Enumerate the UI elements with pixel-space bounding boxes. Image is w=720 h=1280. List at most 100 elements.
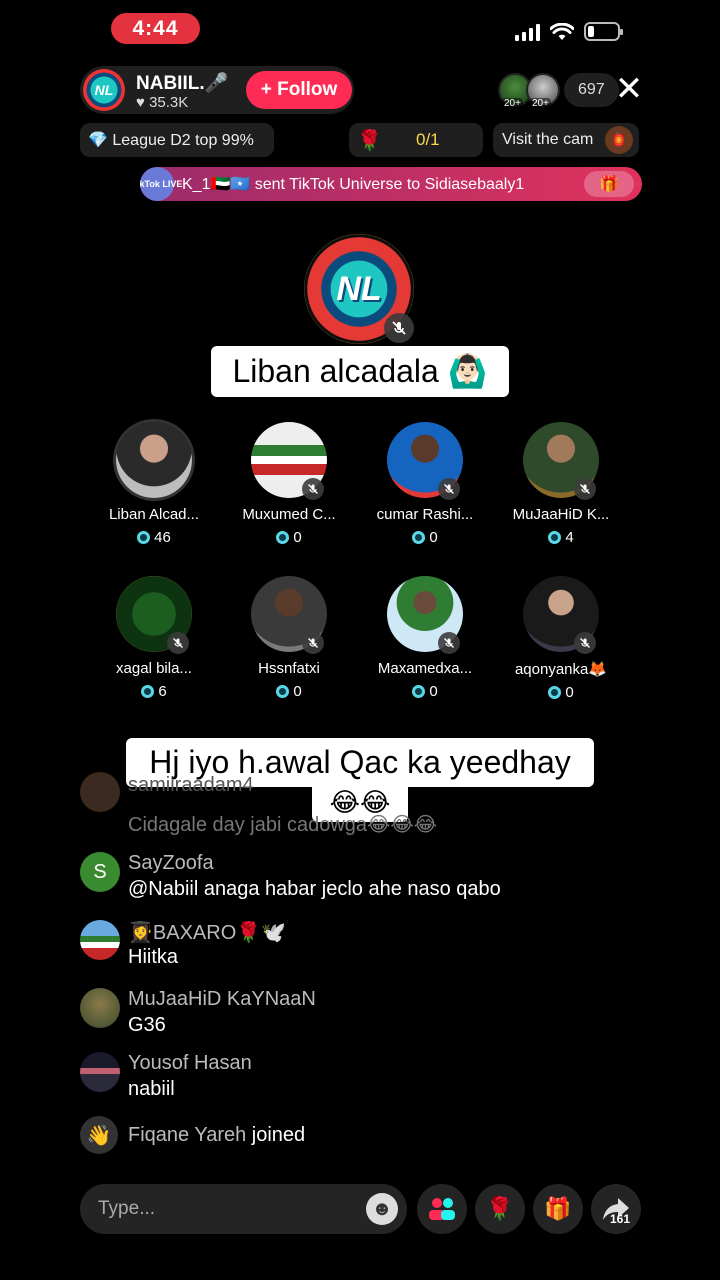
comment-username[interactable]: MuJaaHiD KaYNaaN — [128, 988, 316, 1011]
guest-score: 6 — [84, 683, 224, 700]
comment-avatar[interactable] — [80, 920, 120, 960]
comment-item[interactable]: samiiraadam4 Cidagale day jabi cadowga😂😂… — [80, 772, 640, 836]
mic-muted-icon — [384, 313, 414, 343]
score-icon — [412, 685, 426, 698]
gift-banner[interactable]: TikTok LIVE K_1🇦🇪🇸🇴 sent TikTok Universe… — [140, 167, 642, 201]
host-name: NABIIL.🎤 — [136, 73, 229, 94]
gift-icon[interactable]: 🎁 — [584, 171, 634, 197]
host-caption: Liban alcadala 🙆🏻‍♂️ — [211, 346, 509, 397]
guests-button[interactable] — [417, 1184, 467, 1234]
guest-seat[interactable]: cumar Rashi... 0 — [355, 422, 495, 546]
score-icon — [141, 685, 155, 698]
guest-score-value: 4 — [565, 529, 574, 546]
comment-username[interactable]: SayZoofa — [128, 852, 214, 875]
guest-name: xagal bila... — [116, 660, 192, 677]
wifi-icon — [550, 22, 574, 40]
comment-username[interactable]: samiiraadam4 — [128, 774, 254, 797]
lantern-icon: 🏮 — [605, 126, 633, 154]
comment-avatar[interactable] — [80, 1052, 120, 1092]
comment-item[interactable]: MuJaaHiD KaYNaaN G36 — [80, 988, 640, 1038]
joined-username[interactable]: Fiqane Yareh — [128, 1124, 246, 1146]
guest-score-value: 0 — [429, 683, 438, 700]
score-icon — [276, 685, 290, 698]
score-icon — [412, 531, 426, 544]
share-button[interactable] — [591, 1184, 641, 1234]
guest-seat[interactable]: MuJaaHiD K... 4 — [491, 422, 631, 546]
guest-score: 0 — [355, 529, 495, 546]
top-viewers[interactable]: 20+ 20+ 697 — [498, 73, 619, 109]
mic-muted-icon — [438, 632, 460, 654]
wave-icon: 👋 — [80, 1116, 118, 1154]
rose-icon: 🌹 — [357, 130, 382, 152]
close-icon[interactable]: ✕ — [612, 72, 646, 106]
comment-input-placeholder: Type... — [98, 1198, 156, 1219]
guest-name: cumar Rashi... — [376, 506, 474, 523]
guest-avatar[interactable] — [116, 422, 192, 498]
emoji-icon[interactable]: ☻ — [366, 1193, 398, 1225]
league-badge[interactable]: 💎 League D2 top 99% — [80, 123, 274, 157]
comment-username[interactable]: Yousof Hasan — [128, 1052, 252, 1075]
guest-seat[interactable]: Maxamedxa... 0 — [355, 576, 495, 700]
guest-name: Hssnfatxi — [258, 660, 320, 677]
comment-input[interactable]: Type... ☻ — [80, 1184, 407, 1234]
guest-score: 0 — [219, 683, 359, 700]
comment-item[interactable]: Yousof Hasan nabiil — [80, 1052, 640, 1102]
comment-avatar[interactable] — [80, 772, 120, 812]
mic-muted-icon — [574, 632, 596, 654]
comment-item[interactable]: 👩‍🎓BAXARO🌹🕊️ Hiitka — [80, 920, 640, 970]
guest-name: aqonyanka🦊 — [514, 661, 608, 678]
guest-name: Maxamedxa... — [377, 660, 473, 677]
mic-muted-icon — [302, 478, 324, 500]
guest-score-value: 46 — [154, 529, 171, 546]
join-text: Fiqane Yareh joined — [128, 1124, 305, 1147]
guest-seat[interactable]: Muxumed C... 0 — [219, 422, 359, 546]
mic-muted-icon — [438, 478, 460, 500]
guest-seat[interactable]: xagal bila... 6 — [84, 576, 224, 700]
follow-button[interactable]: + Follow — [246, 71, 352, 109]
battery-icon — [584, 22, 623, 41]
comment-item[interactable]: S SayZoofa @Nabiil anaga habar jeclo ahe… — [80, 852, 640, 902]
guest-score: 0 — [219, 529, 359, 546]
tiktok-live-badge: TikTok LIVE — [140, 167, 182, 201]
guest-score: 4 — [491, 529, 631, 546]
gift-banner-text: K_1🇦🇪🇸🇴 sent TikTok Universe to Sidiaseb… — [182, 176, 525, 193]
guest-score: 0 — [491, 684, 631, 701]
score-icon — [548, 531, 562, 544]
goal-progress: 0/1 — [416, 130, 440, 149]
comment-avatar[interactable]: S — [80, 852, 120, 892]
score-icon — [548, 686, 562, 699]
visit-cam-button[interactable]: Visit the cam 🏮 — [493, 123, 639, 157]
mic-muted-icon — [574, 478, 596, 500]
host-likes: ♥ 35.3K — [136, 94, 189, 111]
guest-seat[interactable]: Hssnfatxi 0 — [219, 576, 359, 700]
gift-icon: 🎁 — [544, 1196, 572, 1221]
comment-text: G36 — [128, 1014, 166, 1036]
guest-score-value: 0 — [565, 684, 574, 701]
people-icon — [429, 1198, 455, 1220]
guest-score: 46 — [84, 529, 224, 546]
mic-muted-icon — [302, 632, 324, 654]
score-icon — [276, 531, 290, 544]
gift-goal[interactable]: 🌹 0/1 — [349, 123, 483, 157]
viewer-avatar[interactable]: 20+ — [526, 73, 560, 109]
comment-text: nabiil — [128, 1078, 175, 1100]
gift-button[interactable]: 🎁 — [533, 1184, 583, 1234]
guest-score-value: 6 — [158, 683, 167, 700]
comment-username[interactable]: 👩‍🎓BAXARO🌹🕊️ — [128, 920, 286, 945]
share-count: 161 — [610, 1212, 631, 1226]
rose-gift-button[interactable]: 🌹 — [475, 1184, 525, 1234]
status-time: 4:44 — [111, 13, 200, 44]
host-avatar[interactable]: NL — [83, 69, 125, 111]
guest-name: Muxumed C... — [242, 506, 336, 523]
guest-seat[interactable]: aqonyanka🦊 0 — [491, 576, 631, 701]
rose-icon: 🌹 — [486, 1196, 514, 1221]
host-seat-logo: NL — [336, 269, 382, 308]
guest-name: Liban Alcad... — [108, 506, 200, 523]
visit-cam-label: Visit the cam — [502, 131, 594, 148]
score-icon — [137, 531, 151, 544]
viewer-count[interactable]: 697 — [564, 73, 619, 107]
comment-avatar[interactable] — [80, 988, 120, 1028]
guest-score: 0 — [355, 683, 495, 700]
comment-text: Hiitka — [128, 946, 179, 968]
guest-seat[interactable]: Liban Alcad... 46 — [84, 422, 224, 546]
